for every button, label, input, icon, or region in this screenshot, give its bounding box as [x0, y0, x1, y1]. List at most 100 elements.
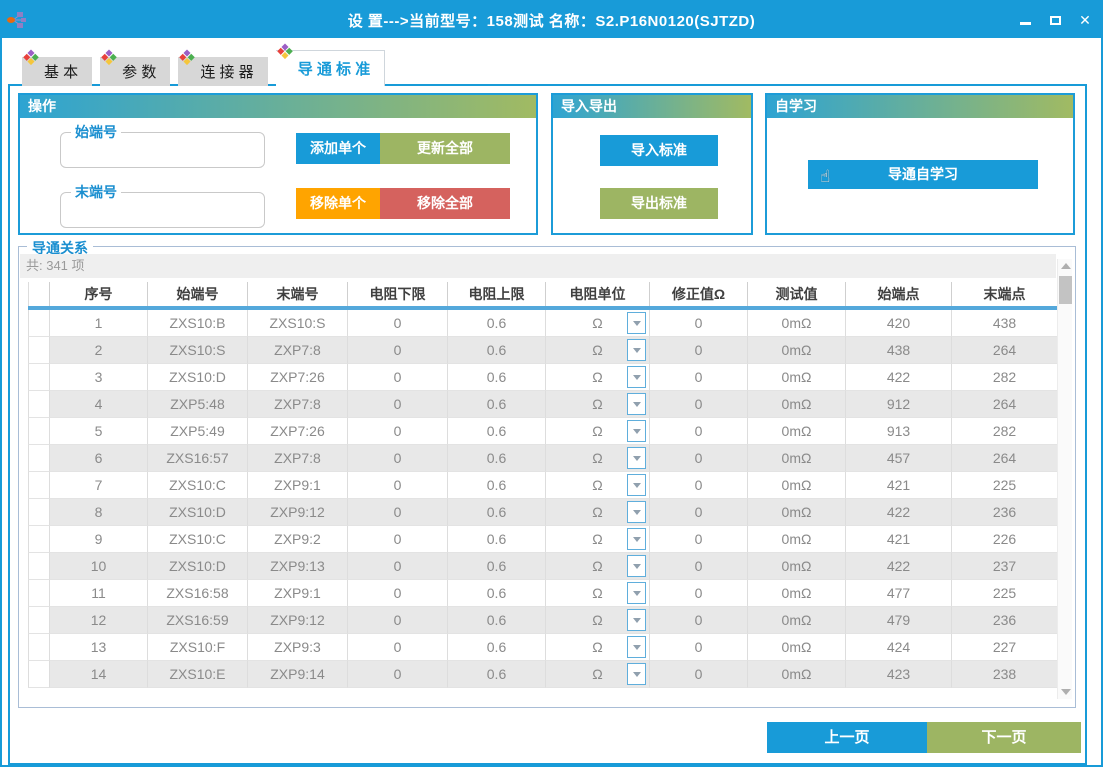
table-row[interactable]: 1 ZXS10:B ZXS10:S 0 0.6 Ω 0 0mΩ 420 438: [28, 310, 1058, 337]
tab-basic[interactable]: 基 本: [22, 57, 92, 86]
header-test-value: 测试值: [748, 282, 846, 306]
tab-connector[interactable]: 连 接 器: [178, 57, 267, 86]
unit-dropdown-button[interactable]: [627, 636, 646, 658]
table-row[interactable]: 14 ZXS10:E ZXP9:14 0 0.6 Ω 0 0mΩ 423 238: [28, 661, 1058, 688]
cell-test-value: 0mΩ: [748, 661, 846, 688]
cell-end: ZXP9:12: [248, 499, 348, 526]
cell-end: ZXP9:14: [248, 661, 348, 688]
table-row[interactable]: 8 ZXS10:D ZXP9:12 0 0.6 Ω 0 0mΩ 422 236: [28, 499, 1058, 526]
cube-icon: [23, 50, 40, 67]
remove-single-button[interactable]: 移除单个: [296, 188, 380, 219]
update-all-button[interactable]: 更新全部: [380, 133, 510, 164]
scroll-down-button[interactable]: [1058, 685, 1073, 699]
cell-resistance-upper: 0.6: [448, 391, 546, 418]
cell-start-point: 438: [846, 337, 952, 364]
table-row[interactable]: 4 ZXP5:48 ZXP7:8 0 0.6 Ω 0 0mΩ 912 264: [28, 391, 1058, 418]
cell-test-value: 0mΩ: [748, 310, 846, 337]
row-indicator[interactable]: [28, 391, 50, 418]
unit-dropdown-button[interactable]: [627, 366, 646, 388]
unit-value: Ω: [592, 315, 602, 331]
row-indicator[interactable]: [28, 634, 50, 661]
previous-page-button[interactable]: 上一页: [767, 722, 927, 753]
row-indicator[interactable]: [28, 364, 50, 391]
unit-dropdown-button[interactable]: [627, 447, 646, 469]
close-button[interactable]: ✕: [1077, 12, 1093, 28]
row-indicator[interactable]: [28, 499, 50, 526]
cell-seq: 4: [50, 391, 148, 418]
dropdown-arrow-icon: [633, 537, 641, 542]
cell-resistance-lower: 0: [348, 661, 448, 688]
cell-seq: 12: [50, 607, 148, 634]
cell-correction: 0: [650, 445, 748, 472]
row-indicator[interactable]: [28, 526, 50, 553]
unit-dropdown-button[interactable]: [627, 501, 646, 523]
row-indicator[interactable]: [28, 661, 50, 688]
cell-end-point: 227: [952, 634, 1058, 661]
tab-label: 导 通 标 准: [298, 58, 371, 79]
cell-test-value: 0mΩ: [748, 526, 846, 553]
vertical-scrollbar[interactable]: [1057, 259, 1072, 699]
unit-dropdown-button[interactable]: [627, 420, 646, 442]
cell-start: ZXS16:58: [148, 580, 248, 607]
unit-dropdown-button[interactable]: [627, 555, 646, 577]
dropdown-arrow-icon: [633, 510, 641, 515]
cell-resistance-upper: 0.6: [448, 580, 546, 607]
scroll-up-button[interactable]: [1058, 259, 1073, 273]
unit-dropdown-button[interactable]: [627, 312, 646, 334]
cell-start-point: 421: [846, 472, 952, 499]
table-row[interactable]: 2 ZXS10:S ZXP7:8 0 0.6 Ω 0 0mΩ 438 264: [28, 337, 1058, 364]
cell-test-value: 0mΩ: [748, 472, 846, 499]
export-standard-button[interactable]: 导出标准: [600, 188, 718, 219]
dropdown-arrow-icon: [633, 429, 641, 434]
table-row[interactable]: 7 ZXS10:C ZXP9:1 0 0.6 Ω 0 0mΩ 421 225: [28, 472, 1058, 499]
cell-start: ZXS10:E: [148, 661, 248, 688]
tab-continuity-standard[interactable]: 导 通 标 准: [276, 50, 386, 86]
row-indicator[interactable]: [28, 580, 50, 607]
table-row[interactable]: 6 ZXS16:57 ZXP7:8 0 0.6 Ω 0 0mΩ 457 264: [28, 445, 1058, 472]
row-indicator[interactable]: [28, 310, 50, 337]
unit-dropdown-button[interactable]: [627, 528, 646, 550]
row-indicator[interactable]: [28, 607, 50, 634]
row-indicator[interactable]: [28, 445, 50, 472]
dropdown-arrow-icon: [633, 402, 641, 407]
row-indicator[interactable]: [28, 337, 50, 364]
table-row[interactable]: 10 ZXS10:D ZXP9:13 0 0.6 Ω 0 0mΩ 422 237: [28, 553, 1058, 580]
cell-correction: 0: [650, 634, 748, 661]
minimize-button[interactable]: [1017, 12, 1033, 28]
cell-resistance-lower: 0: [348, 445, 448, 472]
start-terminal-input[interactable]: [67, 144, 258, 166]
cell-resistance-upper: 0.6: [448, 364, 546, 391]
end-terminal-input[interactable]: [67, 204, 258, 226]
row-indicator[interactable]: [28, 472, 50, 499]
table-row[interactable]: 5 ZXP5:49 ZXP7:26 0 0.6 Ω 0 0mΩ 913 282: [28, 418, 1058, 445]
remove-all-button[interactable]: 移除全部: [380, 188, 510, 219]
unit-dropdown-button[interactable]: [627, 393, 646, 415]
table-row[interactable]: 12 ZXS16:59 ZXP9:12 0 0.6 Ω 0 0mΩ 479 23…: [28, 607, 1058, 634]
cell-resistance-upper: 0.6: [448, 553, 546, 580]
table-row[interactable]: 13 ZXS10:F ZXP9:3 0 0.6 Ω 0 0mΩ 424 227: [28, 634, 1058, 661]
unit-value: Ω: [592, 531, 602, 547]
add-single-button[interactable]: 添加单个: [296, 133, 380, 164]
row-indicator[interactable]: [28, 418, 50, 445]
table-row[interactable]: 3 ZXS10:D ZXP7:26 0 0.6 Ω 0 0mΩ 422 282: [28, 364, 1058, 391]
cell-end: ZXP7:8: [248, 445, 348, 472]
cell-test-value: 0mΩ: [748, 553, 846, 580]
unit-dropdown-button[interactable]: [627, 609, 646, 631]
unit-dropdown-button[interactable]: [627, 474, 646, 496]
tab-strip: 基 本 参 数 连 接 器 导 通 标 准: [22, 48, 385, 86]
unit-dropdown-button[interactable]: [627, 339, 646, 361]
maximize-button[interactable]: [1047, 12, 1063, 28]
unit-dropdown-button[interactable]: [627, 663, 646, 685]
cell-correction: 0: [650, 607, 748, 634]
scrollbar-thumb[interactable]: [1059, 276, 1072, 304]
cell-end-point: 264: [952, 391, 1058, 418]
unit-dropdown-button[interactable]: [627, 582, 646, 604]
import-standard-button[interactable]: 导入标准: [600, 135, 718, 166]
row-indicator[interactable]: [28, 553, 50, 580]
continuity-self-learn-button[interactable]: ☝ 导通自学习: [808, 160, 1038, 189]
table-row[interactable]: 9 ZXS10:C ZXP9:2 0 0.6 Ω 0 0mΩ 421 226: [28, 526, 1058, 553]
operation-panel-title: 操作: [20, 95, 536, 118]
next-page-button[interactable]: 下一页: [927, 722, 1081, 753]
table-row[interactable]: 11 ZXS16:58 ZXP9:1 0 0.6 Ω 0 0mΩ 477 225: [28, 580, 1058, 607]
tab-parameters[interactable]: 参 数: [100, 57, 170, 86]
